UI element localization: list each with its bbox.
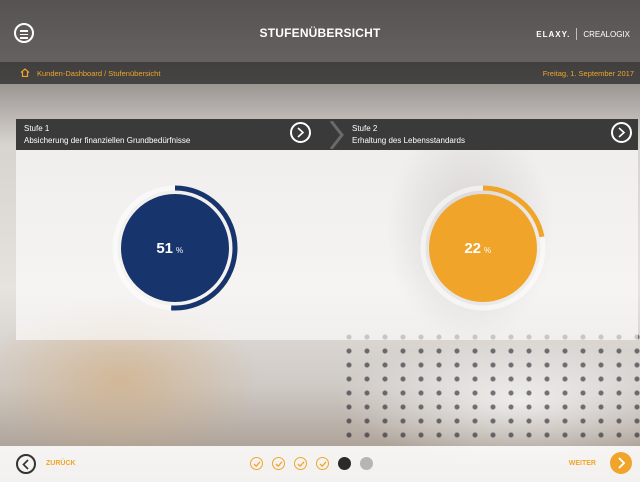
back-button[interactable]: ZURÜCK	[46, 460, 76, 467]
gauge-2-unit: %	[484, 246, 491, 255]
gauge-2-value: 22	[464, 240, 481, 257]
gauge-2-number: 22	[464, 240, 481, 257]
stage-2-gauge: 22 %	[420, 185, 546, 311]
stage-2-header[interactable]: Stufe 2 Erhaltung des Lebensstandards	[327, 119, 638, 150]
elaxy-logo: ELAXY.	[536, 29, 571, 39]
step-dot-6[interactable]	[360, 457, 373, 470]
stage-1-label: Stufe 1	[24, 124, 50, 133]
step-dot-5[interactable]	[338, 457, 351, 470]
stage-1-gauge: 51 %	[112, 185, 238, 311]
step-progress	[250, 457, 373, 470]
stage-2-label: Stufe 2	[352, 124, 378, 133]
gauge-2-disc	[429, 194, 537, 302]
stage-1-open-arrow-icon[interactable]	[290, 122, 311, 143]
next-button[interactable]: WEITER	[569, 460, 596, 467]
stage-2-open-arrow-icon[interactable]	[611, 122, 632, 143]
stage-header-bar: Stufe 1 Absicherung der finanziellen Gru…	[16, 119, 638, 150]
gauge-1-unit: %	[176, 246, 183, 255]
gauge-1-value: 51	[156, 240, 173, 257]
gauge-1-number: 51	[156, 240, 173, 257]
stage-1-description: Absicherung der finanziellen Grundbedürf…	[24, 136, 191, 145]
home-icon[interactable]	[20, 68, 30, 77]
step-dot-2-check-icon[interactable]	[272, 457, 285, 470]
step-dot-3-check-icon[interactable]	[294, 457, 307, 470]
app-header: STUFENÜBERSICHT ELAXY. CREALOGIX	[0, 0, 640, 62]
stage-separator-chevron-icon	[330, 121, 344, 149]
stage-2-description: Erhaltung des Lebensstandards	[352, 136, 465, 145]
crealogix-logo: CREALOGIX	[583, 29, 630, 39]
step-dot-1-check-icon[interactable]	[250, 457, 263, 470]
breadcrumb[interactable]: Kunden-Dashboard / Stufenübersicht	[37, 69, 160, 78]
stage-1-header[interactable]: Stufe 1 Absicherung der finanziellen Gru…	[16, 119, 327, 150]
breadcrumb-bar: Kunden-Dashboard / Stufenübersicht Freit…	[0, 62, 640, 84]
footer-navigation: ZURÜCK WEITER	[0, 446, 640, 482]
brand-divider	[576, 28, 578, 40]
step-dot-4-check-icon[interactable]	[316, 457, 329, 470]
back-arrow-icon[interactable]	[16, 454, 36, 474]
background-pattern	[340, 330, 640, 440]
current-date: Freitag, 1. September 2017	[542, 69, 634, 78]
next-arrow-icon[interactable]	[610, 452, 632, 474]
brand-logos: ELAXY. CREALOGIX	[536, 28, 630, 40]
gauge-1-disc	[121, 194, 229, 302]
